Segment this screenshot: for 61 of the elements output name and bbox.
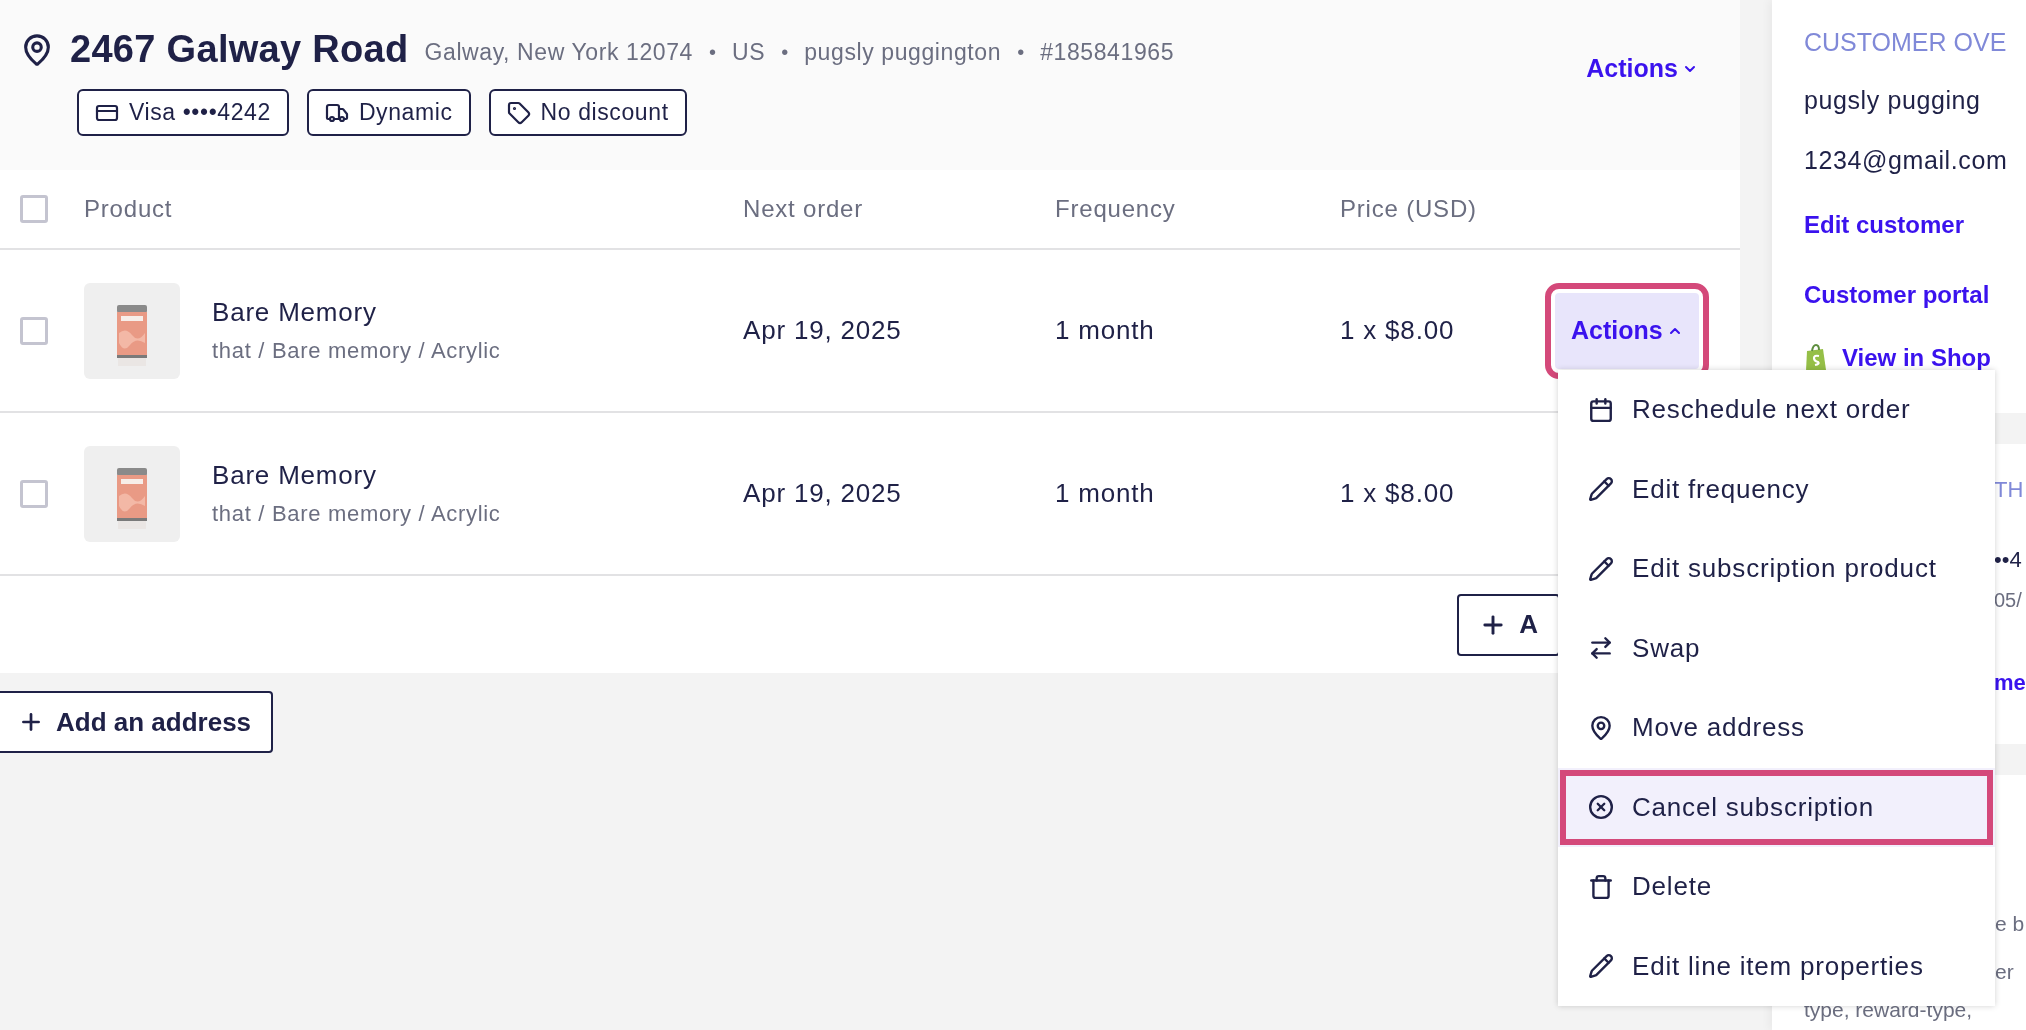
- swap-arrows-icon: [1588, 635, 1614, 662]
- price: 1 x $8.00: [1340, 315, 1456, 346]
- price: 1 x $8.00: [1340, 478, 1456, 509]
- calendar-icon: [1588, 396, 1614, 423]
- actions-button[interactable]: Actions: [1568, 46, 1716, 91]
- menu-item[interactable]: Reschedule next order: [1558, 370, 1995, 450]
- frequency: 1 month: [1055, 478, 1156, 509]
- sidebar-link[interactable]: Edit customer: [1804, 210, 2026, 240]
- partial-text: TH: [1994, 476, 2024, 504]
- sidebar-link[interactable]: Customer portal: [1804, 280, 2026, 310]
- customer-email: 1234@gmail.com: [1804, 145, 2009, 175]
- pencil-icon: [1588, 555, 1614, 582]
- address-title: 2467 Galway Road: [70, 28, 409, 71]
- tag-icon: [506, 100, 531, 125]
- product-name: Bare Memory: [212, 460, 378, 491]
- partial-text[interactable]: me: [1994, 667, 2026, 698]
- separator-dot: •: [781, 41, 789, 64]
- separator-dot: •: [1017, 41, 1025, 64]
- shopping-bag-icon: [1804, 344, 1828, 372]
- add-button[interactable]: A: [1457, 593, 1560, 656]
- next-order-date: Apr 19, 2025: [743, 315, 903, 346]
- trash-icon: [1588, 873, 1614, 900]
- pill-label: Dynamic: [358, 99, 453, 126]
- map-pin-icon: [1588, 714, 1614, 741]
- select-all-checkbox[interactable]: [20, 195, 48, 223]
- menu-item[interactable]: Edit frequency: [1558, 449, 1995, 529]
- add-address-button[interactable]: Add an address: [0, 691, 274, 753]
- pill-label: No discount: [540, 99, 669, 126]
- separator-dot: •: [709, 41, 717, 64]
- address-detail: US: [732, 39, 766, 66]
- customer-name: pugsly pugging: [1804, 85, 1982, 115]
- column-header: Frequency: [1055, 195, 1177, 223]
- frequency: 1 month: [1055, 315, 1156, 346]
- row-checkbox[interactable]: [20, 479, 48, 508]
- partial-text: 05/: [1994, 588, 2022, 613]
- partial-text: ••4: [1994, 546, 2022, 574]
- pill-label: Visa ••••4242: [129, 99, 271, 126]
- menu-item[interactable]: Edit subscription product: [1558, 529, 1995, 609]
- menu-item[interactable]: Delete: [1558, 847, 1995, 927]
- product-variant: that / Bare memory / Acrylic: [212, 338, 502, 364]
- column-header: Price (USD): [1340, 195, 1478, 223]
- menu-item[interactable]: Swap: [1558, 608, 1995, 688]
- pencil-icon: [1588, 476, 1614, 503]
- section-title: CUSTOMER OVE: [1804, 27, 2008, 58]
- sidebar-link[interactable]: View in Shop: [1804, 343, 2026, 373]
- column-header: Next order: [743, 195, 865, 223]
- row-checkbox[interactable]: [20, 316, 48, 345]
- address-detail: #185841965: [1040, 39, 1175, 66]
- partial-text: er: [1995, 960, 2014, 984]
- product-variant: that / Bare memory / Acrylic: [212, 501, 502, 527]
- product-name: Bare Memory: [212, 297, 378, 328]
- close-circle-icon: [1588, 794, 1614, 821]
- menu-item[interactable]: Move address: [1558, 688, 1995, 768]
- partial-text: e b: [1995, 912, 2025, 936]
- pencil-icon: [1588, 953, 1614, 980]
- menu-item[interactable]: Edit line item properties: [1558, 926, 1995, 1006]
- address-detail: Galway, New York 12074: [424, 39, 693, 66]
- address-detail: pugsly puggington: [804, 39, 1002, 66]
- column-header: Product: [84, 195, 174, 223]
- next-order-date: Apr 19, 2025: [743, 478, 903, 509]
- menu-item[interactable]: Cancel subscription: [1558, 767, 1995, 847]
